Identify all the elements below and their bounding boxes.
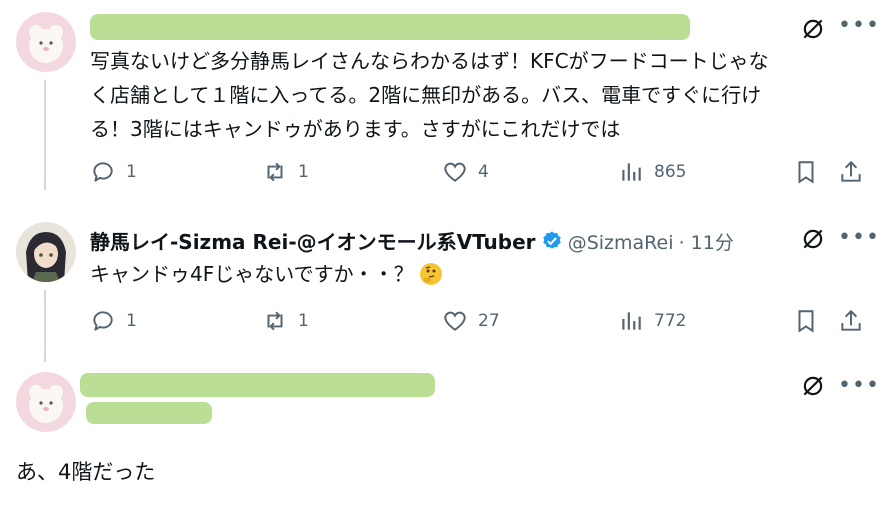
retweet-icon (267, 311, 283, 331)
reply-icon (93, 311, 113, 331)
author-line: 静馬レイ-Sizma Rei-@イオンモール系VTuber @SizmaRei … (90, 226, 734, 255)
share-icon[interactable] (838, 308, 864, 334)
tweet-text: あ、4階だった (16, 460, 156, 484)
more-icon[interactable]: ••• (838, 227, 880, 249)
views-button[interactable]: 865 (618, 159, 686, 185)
retweet-button[interactable]: 1 (262, 159, 309, 185)
retweet-icon (267, 162, 283, 182)
views-icon (622, 312, 641, 330)
tweet-text: 写真ないけど多分静馬レイさんならわかるはず！KFCがフードコートじゃな く店舗と… (90, 49, 769, 141)
more-icon[interactable]: ••• (838, 375, 880, 397)
bookmark-icon[interactable] (793, 308, 819, 334)
views-button[interactable]: 772 (618, 308, 686, 334)
grok-icon[interactable] (800, 226, 826, 252)
reply-icon (93, 162, 113, 182)
redacted-handle (86, 402, 212, 424)
reply-button[interactable]: 1 (90, 159, 137, 185)
grok-icon[interactable] (800, 373, 826, 399)
like-button[interactable]: 27 (442, 308, 500, 334)
views-icon (622, 163, 641, 181)
redacted-username (90, 14, 690, 40)
grok-icon[interactable] (800, 16, 826, 42)
share-icon[interactable] (838, 159, 864, 185)
thinking-face-icon (420, 263, 442, 285)
more-icon[interactable]: ••• (838, 15, 880, 37)
retweet-button[interactable]: 1 (262, 308, 309, 334)
avatar-sizmarei[interactable] (16, 222, 76, 282)
like-button[interactable]: 4 (442, 159, 489, 185)
avatar[interactable] (16, 12, 76, 72)
tweet-text: キャンドゥ4Fじゃないですか・・？ (90, 257, 442, 291)
display-name[interactable]: 静馬レイ-Sizma Rei-@イオンモール系VTuber (90, 230, 536, 254)
handle[interactable]: @SizmaRei (568, 232, 674, 254)
verified-badge-icon (542, 231, 561, 249)
timestamp[interactable]: · 11分 (679, 232, 734, 254)
thread-line (44, 290, 46, 362)
thread-line (44, 80, 46, 190)
heart-icon (444, 311, 466, 331)
reply-button[interactable]: 1 (90, 308, 137, 334)
bookmark-icon[interactable] (793, 159, 819, 185)
heart-icon (444, 162, 466, 182)
avatar[interactable] (16, 372, 76, 432)
redacted-username (80, 373, 435, 397)
